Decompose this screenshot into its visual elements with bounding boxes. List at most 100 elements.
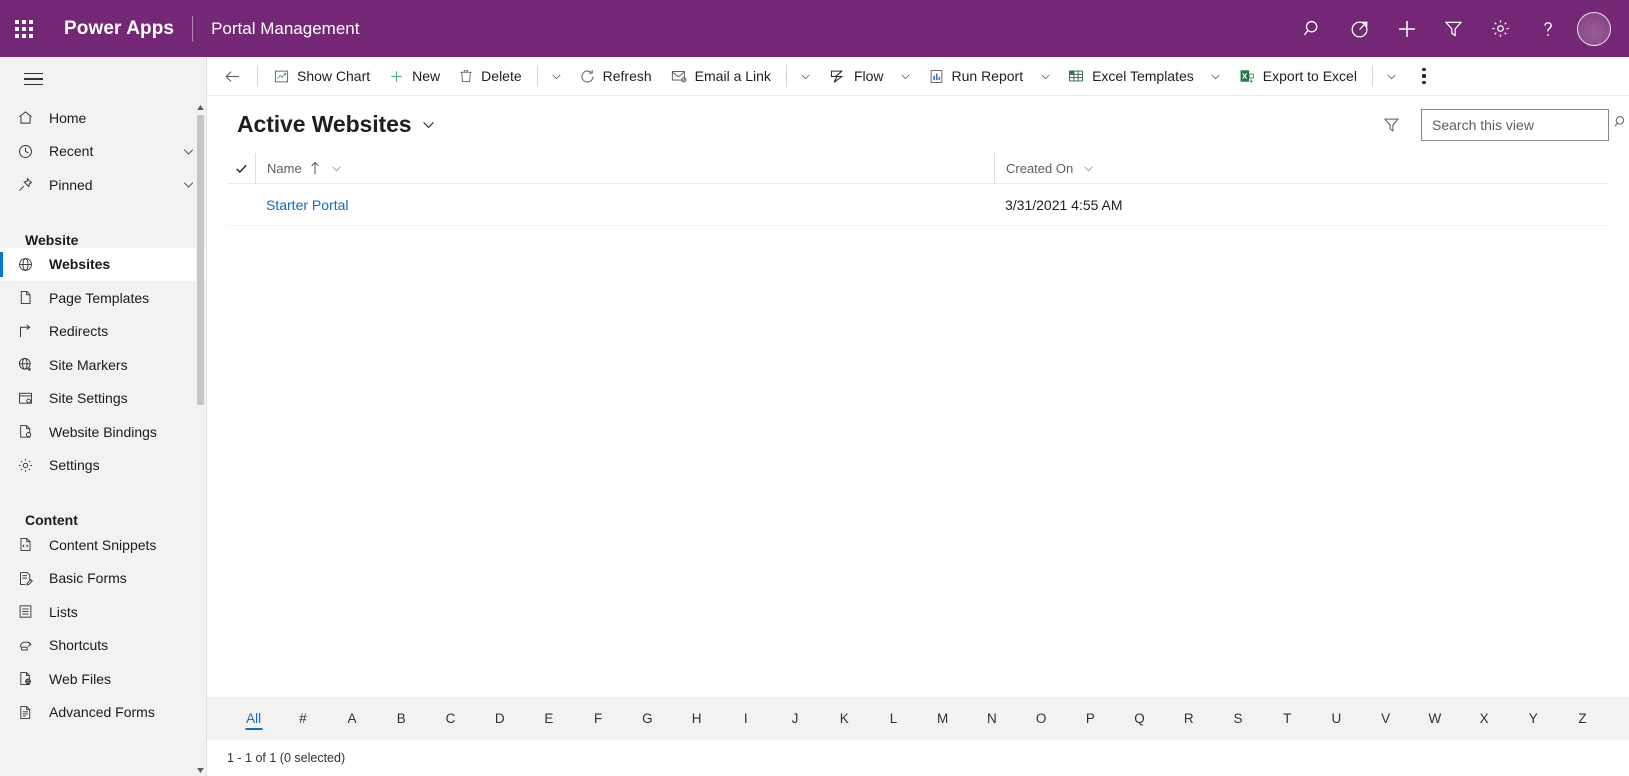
alpha-filter-r[interactable]: R (1164, 697, 1213, 740)
sidebar: Home Recent Pinned Website Websites Page… (0, 57, 207, 776)
email-overflow-caret[interactable] (793, 57, 819, 95)
delete-button[interactable]: Delete (449, 57, 530, 95)
sidebar-item-label: Pinned (49, 176, 93, 193)
search-input[interactable] (1432, 116, 1613, 133)
sidebar-scrollbar[interactable] (196, 101, 205, 776)
sidebar-item-label: Web Files (49, 670, 111, 687)
table-row[interactable]: Starter Portal 3/31/2021 4:55 AM (227, 184, 1609, 226)
alpha-filter-d[interactable]: D (475, 697, 524, 740)
alpha-filter-p[interactable]: P (1066, 697, 1115, 740)
alpha-filter-b[interactable]: B (377, 697, 426, 740)
chevron-down-icon[interactable] (181, 144, 196, 159)
alpha-filter-i[interactable]: I (721, 697, 770, 740)
alpha-filter-a[interactable]: A (327, 697, 376, 740)
shortcut-icon (17, 637, 41, 654)
sidebar-item-basic-forms[interactable]: Basic Forms (0, 562, 206, 596)
sidebar-item-home[interactable]: Home (0, 101, 206, 135)
alpha-filter-h[interactable]: H (672, 697, 721, 740)
alpha-filter-hash[interactable]: # (278, 697, 327, 740)
sidebar-item-site-settings[interactable]: Site Settings (0, 382, 206, 416)
alpha-filter-z[interactable]: Z (1558, 697, 1607, 740)
command-label: Export to Excel (1262, 68, 1357, 84)
sidebar-item-websites[interactable]: Websites (0, 247, 206, 281)
sidebar-item-web-files[interactable]: Web Files (0, 662, 206, 696)
alpha-filter-g[interactable]: G (623, 697, 672, 740)
refresh-button[interactable]: Refresh (570, 57, 661, 95)
alpha-filter-w[interactable]: W (1410, 697, 1459, 740)
home-icon (17, 109, 41, 126)
alpha-filter-q[interactable]: Q (1115, 697, 1164, 740)
diagnostics-icon[interactable] (1336, 0, 1383, 57)
alpha-filter-m[interactable]: M (918, 697, 967, 740)
view-selector-chevron-down-icon[interactable] (420, 116, 437, 133)
alpha-filter-k[interactable]: K (820, 697, 869, 740)
alpha-filter-v[interactable]: V (1361, 697, 1410, 740)
main-content: Show Chart New Delete Refresh Email a Li… (207, 57, 1629, 776)
run-report-overflow-caret[interactable] (1032, 57, 1058, 95)
alpha-filter-s[interactable]: S (1213, 697, 1262, 740)
alpha-filter-j[interactable]: J (770, 697, 819, 740)
column-menu-chevron-down-icon[interactable] (1082, 162, 1095, 175)
more-commands-button[interactable] (1409, 57, 1439, 95)
alpha-filter-x[interactable]: X (1459, 697, 1508, 740)
sidebar-item-label: Settings (49, 457, 100, 474)
sidebar-item-pinned[interactable]: Pinned (0, 168, 206, 202)
alpha-filter-n[interactable]: N (967, 697, 1016, 740)
record-count-label: 1 - 1 of 1 (0 selected) (227, 751, 346, 765)
alpha-filter-t[interactable]: T (1263, 697, 1312, 740)
scrollbar-thumb[interactable] (197, 115, 204, 405)
sidebar-toggle-button[interactable] (0, 57, 206, 101)
search-icon[interactable] (1613, 114, 1629, 135)
sidebar-item-content-snippets[interactable]: Content Snippets (0, 528, 206, 562)
avatar[interactable] (1577, 11, 1611, 46)
select-all-checkbox[interactable] (227, 161, 255, 176)
sidebar-item-advanced-forms[interactable]: Advanced Forms (0, 696, 206, 730)
email-a-link-button[interactable]: Email a Link (661, 57, 780, 95)
gear-icon[interactable] (1477, 0, 1524, 57)
edit-filters-icon[interactable] (1375, 109, 1407, 141)
alpha-filter-y[interactable]: Y (1509, 697, 1558, 740)
sidebar-item-settings[interactable]: Settings (0, 449, 206, 483)
column-menu-chevron-down-icon[interactable] (330, 162, 343, 175)
app-launcher-button[interactable] (0, 0, 48, 57)
alpha-filter-e[interactable]: E (524, 697, 573, 740)
sidebar-item-website-bindings[interactable]: Website Bindings (0, 415, 206, 449)
delete-overflow-caret[interactable] (544, 57, 570, 95)
alpha-filter-f[interactable]: F (574, 697, 623, 740)
alpha-filter-c[interactable]: C (426, 697, 475, 740)
alpha-filter-o[interactable]: O (1017, 697, 1066, 740)
sidebar-item-redirects[interactable]: Redirects (0, 315, 206, 349)
flow-button[interactable]: Flow (819, 57, 893, 95)
sidebar-item-site-markers[interactable]: Site Markers (0, 348, 206, 382)
alpha-filter-all[interactable]: All (229, 697, 278, 740)
search-icon[interactable] (1289, 0, 1336, 57)
alpha-filter-l[interactable]: L (869, 697, 918, 740)
column-header-name[interactable]: Name (255, 153, 994, 184)
status-bar: 1 - 1 of 1 (0 selected) (207, 740, 1629, 776)
flow-overflow-caret[interactable] (893, 57, 919, 95)
sidebar-item-recent[interactable]: Recent (0, 135, 206, 169)
sidebar-item-lists[interactable]: Lists (0, 595, 206, 629)
scroll-down-icon[interactable] (196, 764, 205, 776)
waffle-icon (15, 19, 33, 38)
run-report-button[interactable]: Run Report (919, 57, 1033, 95)
export-overflow-caret[interactable] (1379, 57, 1405, 95)
column-header-created-on[interactable]: Created On (994, 153, 1374, 184)
search-this-view-box[interactable] (1421, 108, 1625, 141)
plus-icon[interactable] (1383, 0, 1430, 57)
alpha-filter-u[interactable]: U (1312, 697, 1361, 740)
sidebar-item-page-templates[interactable]: Page Templates (0, 281, 206, 315)
chevron-down-icon[interactable] (181, 177, 196, 192)
sidebar-item-shortcuts[interactable]: Shortcuts (0, 629, 206, 663)
record-link-starter-portal[interactable]: Starter Portal (266, 197, 348, 213)
show-chart-button[interactable]: Show Chart (264, 57, 379, 95)
help-icon[interactable] (1524, 0, 1571, 57)
excel-templates-overflow-caret[interactable] (1203, 57, 1229, 95)
new-button[interactable]: New (379, 57, 449, 95)
scroll-up-icon[interactable] (196, 101, 205, 113)
filter-icon[interactable] (1430, 0, 1477, 57)
globe-icon (17, 256, 41, 273)
export-to-excel-button[interactable]: Export to Excel (1229, 57, 1366, 95)
back-button[interactable] (213, 57, 251, 95)
excel-templates-button[interactable]: Excel Templates (1058, 57, 1203, 95)
